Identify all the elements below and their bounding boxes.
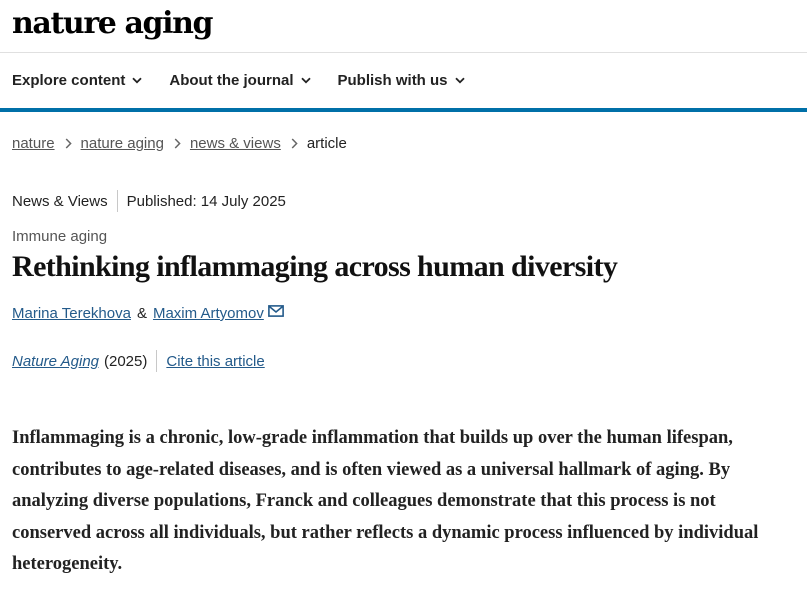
author-separator: &: [136, 305, 147, 322]
author-link[interactable]: Marina Terekhova: [12, 305, 131, 322]
main-nav: Explore content About the journal Publis…: [0, 53, 807, 108]
nav-item-label: Publish with us: [337, 72, 448, 89]
publish-date: Published: 14 July 2025: [126, 192, 286, 210]
article-subject: Immune aging: [12, 228, 108, 245]
nav-publish-with-us[interactable]: Publish with us: [338, 72, 465, 89]
article-type: News & Views: [12, 192, 108, 210]
journal-info: Nature Aging (2025) Cite this article: [12, 350, 265, 372]
article-meta: News & Views Published: 14 July 2025: [12, 190, 286, 212]
nav-accent-rule: [0, 108, 807, 112]
breadcrumb-link-nature-aging[interactable]: nature aging: [81, 135, 164, 152]
nav-explore-content[interactable]: Explore content: [12, 72, 142, 89]
author-link[interactable]: Maxim Artyomov: [153, 305, 264, 322]
chevron-right-icon: [291, 138, 298, 149]
chevron-right-icon: [174, 138, 181, 149]
breadcrumb-current: article: [306, 135, 347, 152]
mail-icon[interactable]: [267, 304, 284, 317]
nav-item-label: About the journal: [169, 72, 294, 89]
chevron-down-icon: [132, 77, 142, 84]
journal-logo[interactable]: nature aging: [12, 4, 213, 44]
nav-about-the-journal[interactable]: About the journal: [169, 72, 311, 89]
chevron-down-icon: [300, 77, 311, 84]
article-abstract: Inflammaging is a chronic, low-grade inf…: [12, 428, 759, 575]
author-list: Marina Terekhova & Maxim Artyomov: [12, 304, 284, 322]
publication-year: (2025): [104, 352, 148, 370]
breadcrumb-link-news-views[interactable]: news & views: [190, 135, 281, 152]
breadcrumb-link-nature[interactable]: nature: [12, 135, 55, 152]
chevron-right-icon: [65, 138, 72, 149]
article-title: Rethinking inflammaging across human div…: [12, 250, 618, 283]
breadcrumb: nature nature aging news & views article: [12, 135, 347, 152]
nav-item-label: Explore content: [12, 72, 126, 89]
meta-divider: [156, 350, 158, 372]
cite-article-link[interactable]: Cite this article: [166, 353, 264, 370]
site-header: nature aging: [0, 0, 807, 53]
chevron-down-icon: [454, 77, 465, 84]
meta-divider: [116, 190, 118, 212]
journal-link[interactable]: Nature Aging: [12, 353, 99, 370]
